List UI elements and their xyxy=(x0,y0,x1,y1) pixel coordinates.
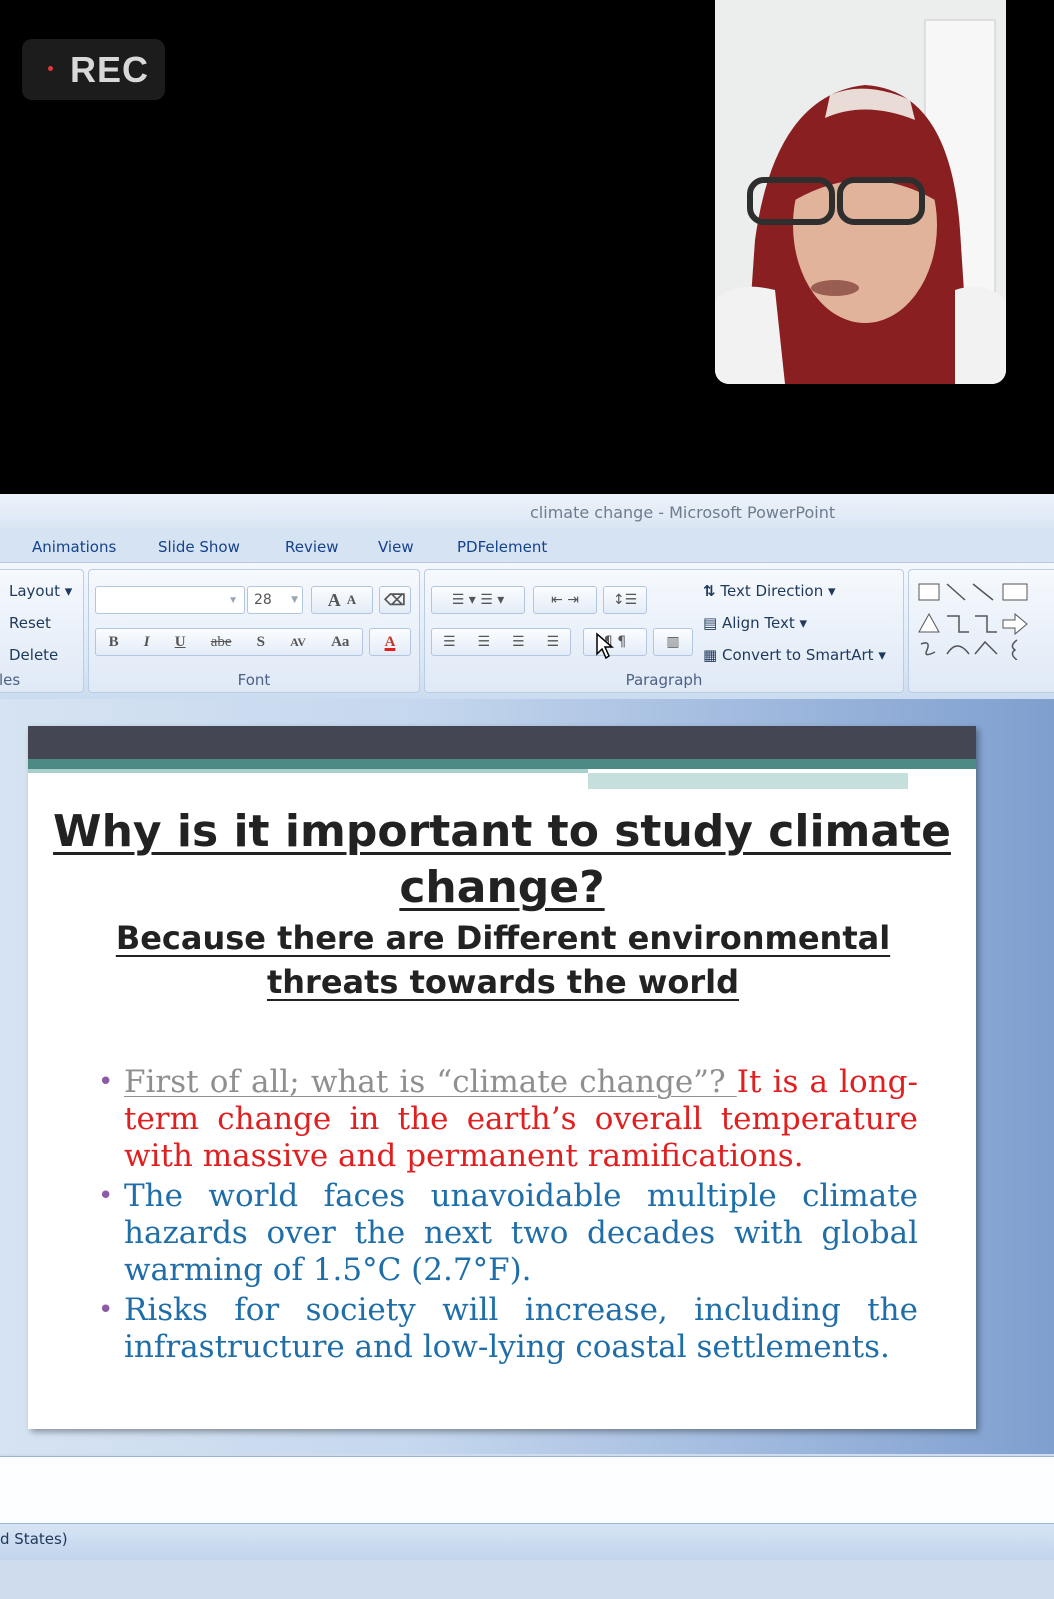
slide[interactable]: Why is it important to study climate cha… xyxy=(28,726,976,1429)
bold-button[interactable]: B xyxy=(109,634,119,651)
participant-video-image xyxy=(715,0,1006,384)
shapes-gallery-icon[interactable] xyxy=(915,580,1045,660)
slide-title-text: Why is it important to study climate cha… xyxy=(53,806,951,913)
slides-group-label: les xyxy=(0,671,21,689)
layout-label: Layout xyxy=(9,582,60,600)
chevron-down-icon: ▼ xyxy=(291,595,298,605)
align-text-icon: ▤ xyxy=(703,614,718,632)
slide-title[interactable]: Why is it important to study climate cha… xyxy=(28,804,976,916)
delete-button[interactable]: Delete xyxy=(9,646,58,664)
tab-pdfelement[interactable]: PDFelement xyxy=(457,538,547,556)
recording-dot-icon xyxy=(48,66,53,71)
bullet-item: First of all; what is “climate change”? … xyxy=(98,1064,918,1175)
bullet-item: Risks for society will increase, includi… xyxy=(98,1292,918,1366)
bullets-numbering-buttons[interactable]: ☰ ▾ ☰ ▾ xyxy=(431,586,525,614)
ribbon-tabs: Animations Slide Show Review View PDFele… xyxy=(0,528,1054,562)
font-size-value: 28 xyxy=(254,592,272,608)
smartart-icon: ▦ xyxy=(703,646,718,664)
notes-pane[interactable] xyxy=(0,1456,1054,1523)
participant-video xyxy=(715,0,1006,384)
mouse-cursor-icon xyxy=(596,632,615,660)
text-direction-button[interactable]: ⇅ Text Direction ▾ xyxy=(703,582,836,600)
font-color-icon: A xyxy=(384,633,396,650)
shrink-font-icon: A xyxy=(346,592,357,607)
font-size-dropdown[interactable]: 28 ▼ xyxy=(247,586,303,614)
indent-buttons[interactable]: ⇤ ⇥ xyxy=(533,586,597,614)
slide-subtitle-text: Because there are Different environmenta… xyxy=(115,919,891,1001)
align-left-icon[interactable]: ☰ xyxy=(443,634,456,650)
font-format-toolbar: B I U abe S AV Aa xyxy=(95,628,363,656)
slides-group: Layout ▾ Reset Delete les xyxy=(0,569,84,693)
font-group: ▼ 28 ▼ AA ⌫ B I U abe S AV Aa A Font xyxy=(88,569,420,693)
text-direction-icon: ⇅ xyxy=(703,582,716,600)
convert-smartart-button[interactable]: ▦ Convert to SmartArt ▾ xyxy=(703,646,886,664)
columns-icon: ▥ xyxy=(666,634,680,650)
title-bar: climate change - Microsoft PowerPoint xyxy=(0,494,1054,528)
decrease-indent-icon: ⇤ xyxy=(551,592,563,608)
drawing-group xyxy=(908,569,1054,693)
layout-button[interactable]: Layout ▾ xyxy=(9,582,72,600)
increase-indent-icon: ⇥ xyxy=(567,592,579,608)
slide-header-accent xyxy=(28,759,976,769)
italic-button[interactable]: I xyxy=(144,634,150,651)
columns-button[interactable]: ▥ xyxy=(653,628,693,656)
align-text-label: Align Text xyxy=(721,614,795,632)
tab-review[interactable]: Review xyxy=(285,538,339,556)
bullets-icon: ☰ ▾ xyxy=(451,592,476,608)
reset-button[interactable]: Reset xyxy=(9,614,51,632)
underline-button[interactable]: U xyxy=(175,634,186,651)
paragraph-group-label: Paragraph xyxy=(625,671,703,689)
change-case-button[interactable]: Aa xyxy=(331,634,349,651)
numbering-icon: ☰ ▾ xyxy=(480,592,505,608)
slide-header-line xyxy=(28,769,588,773)
character-spacing-button[interactable]: AV xyxy=(290,635,306,650)
status-language: d States) xyxy=(0,1530,68,1548)
chevron-down-icon: ▼ xyxy=(228,594,238,606)
font-color-button[interactable]: A xyxy=(369,628,411,656)
tab-animations[interactable]: Animations xyxy=(32,538,116,556)
status-bar xyxy=(0,1523,1054,1560)
clear-formatting-icon[interactable]: ⌫ xyxy=(379,586,411,614)
slide-header-line-secondary xyxy=(588,773,908,789)
grow-shrink-font-buttons[interactable]: AA xyxy=(311,586,373,614)
line-spacing-button[interactable]: ↕☰ xyxy=(603,586,647,614)
line-spacing-icon: ↕☰ xyxy=(612,592,638,608)
ribbon: Layout ▾ Reset Delete les ▼ 28 ▼ AA ⌫ B I… xyxy=(0,562,1054,700)
bullet-item: The world faces unavoidable multiple cli… xyxy=(98,1178,918,1289)
text-direction-buttons[interactable]: ¶ ¶ xyxy=(583,628,647,656)
slide-subtitle[interactable]: Because there are Different environmenta… xyxy=(88,916,918,1004)
text-direction-label: Text Direction xyxy=(720,582,824,600)
recording-label: REC xyxy=(70,49,150,90)
align-text-button[interactable]: ▤ Align Text ▾ xyxy=(703,614,807,632)
slide-bullet-list[interactable]: First of all; what is “climate change”? … xyxy=(98,1064,918,1369)
grow-font-icon: A xyxy=(327,589,341,610)
strikethrough-button[interactable]: abe xyxy=(211,634,232,651)
align-right-icon[interactable]: ☰ xyxy=(512,634,525,650)
alignment-buttons: ☰ ☰ ☰ ☰ xyxy=(431,628,571,656)
font-group-label: Font xyxy=(237,671,271,689)
slide-header-bar xyxy=(28,726,976,759)
window-title: climate change - Microsoft PowerPoint xyxy=(530,503,836,522)
convert-smartart-label: Convert to SmartArt xyxy=(721,646,874,664)
shadow-button[interactable]: S xyxy=(257,634,265,651)
rtl-icon: ¶ xyxy=(617,634,627,650)
bullet-question: First of all; what is “climate change”? xyxy=(124,1064,737,1100)
justify-icon[interactable]: ☰ xyxy=(546,634,559,650)
paragraph-group: ☰ ▾ ☰ ▾ ⇤ ⇥ ↕☰ ☰ ☰ ☰ ☰ ¶ ¶ ▥ ⇅ Text Dire… xyxy=(424,569,904,693)
tab-view[interactable]: View xyxy=(378,538,414,556)
align-center-icon[interactable]: ☰ xyxy=(477,634,490,650)
tab-slide-show[interactable]: Slide Show xyxy=(158,538,240,556)
font-name-dropdown[interactable]: ▼ xyxy=(95,586,245,614)
